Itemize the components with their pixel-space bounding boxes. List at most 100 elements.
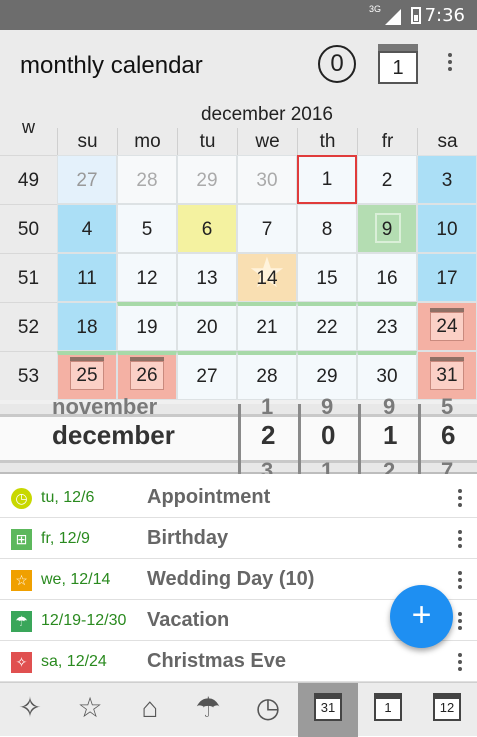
- picker-digit-column[interactable]: 9 0 1: [298, 394, 358, 483]
- day-cell-vacation[interactable]: 23: [357, 302, 417, 351]
- picker-month[interactable]: december: [52, 420, 175, 451]
- day-cell-vacation[interactable]: 22: [297, 302, 357, 351]
- page-title: monthly calendar: [20, 52, 203, 79]
- day-cell-holiday[interactable]: 26: [117, 351, 177, 400]
- today-button[interactable]: 1: [378, 44, 418, 84]
- day-cell-vacation[interactable]: 21: [237, 302, 297, 351]
- item-menu-icon[interactable]: [458, 612, 464, 633]
- weekday-header: sa: [417, 128, 477, 155]
- event-count-button[interactable]: 0: [318, 45, 356, 83]
- star-icon: ☆: [11, 570, 32, 591]
- status-time: 7:36: [424, 5, 465, 26]
- day-cell[interactable]: 29: [177, 155, 237, 204]
- day-cell-vacation[interactable]: 28: [237, 351, 297, 400]
- day-cell-vacation[interactable]: 20: [177, 302, 237, 351]
- status-bar: 3G 7:36: [0, 0, 477, 30]
- day-cell[interactable]: 28: [117, 155, 177, 204]
- event-title: Wedding Day (10): [147, 568, 315, 590]
- month-view-button[interactable]: 31: [298, 683, 358, 737]
- bottom-nav: ✧ ☆ ⌂ ☂ ◷ 31 1 12: [0, 682, 477, 737]
- gift-icon: ⊞: [11, 529, 32, 550]
- clock-icon: ◷: [11, 488, 32, 509]
- day-cell[interactable]: 8: [297, 204, 357, 253]
- day-number: 25: [70, 357, 104, 390]
- day-view-button[interactable]: 1: [358, 683, 418, 737]
- day-cell-appointment[interactable]: 6: [177, 204, 237, 253]
- item-menu-icon[interactable]: [458, 653, 464, 674]
- picker-digit-column[interactable]: 5 6 7: [418, 394, 477, 483]
- picker-digit: 0: [321, 420, 336, 450]
- picker-digit: 2: [261, 420, 276, 450]
- day-cell[interactable]: 4: [57, 204, 117, 253]
- day-cell-vacation[interactable]: 30: [357, 351, 417, 400]
- day-cell[interactable]: 2: [357, 155, 417, 204]
- week-number: 52: [0, 302, 57, 351]
- event-date: tu, 12/6: [41, 489, 95, 506]
- month-view-icon: 31: [314, 693, 342, 721]
- day-cell[interactable]: 27: [57, 155, 117, 204]
- day-cell[interactable]: 30: [237, 155, 297, 204]
- event-date: we, 12/14: [41, 571, 111, 588]
- day-number: 9: [381, 219, 393, 240]
- item-menu-icon[interactable]: [458, 571, 464, 592]
- day-cell-today[interactable]: 1: [297, 155, 357, 204]
- week-number: 50: [0, 204, 57, 253]
- event-title: Birthday: [147, 527, 229, 549]
- weekday-header: fr: [357, 128, 417, 155]
- day-cell[interactable]: 18: [57, 302, 117, 351]
- day-cell-holiday[interactable]: 24: [417, 302, 477, 351]
- day-number: 26: [130, 357, 164, 390]
- year-view-icon: 12: [433, 693, 461, 721]
- list-item[interactable]: ⊞ fr, 12/9 Birthday: [0, 518, 477, 559]
- day-number: 14: [256, 268, 278, 289]
- day-cell[interactable]: 15: [297, 253, 357, 302]
- event-list: ◷ tu, 12/6 Appointment ⊞ fr, 12/9 Birthd…: [0, 474, 477, 682]
- umbrella-icon[interactable]: ☂: [178, 683, 238, 737]
- day-cell[interactable]: 5: [117, 204, 177, 253]
- day-cell[interactable]: 3: [417, 155, 477, 204]
- month-title: december 2016: [200, 104, 334, 125]
- date-picker[interactable]: november december 1 2 3 9 0 1 9 1 2 5 6 …: [0, 394, 477, 483]
- event-date: sa, 12/24: [41, 653, 107, 670]
- day-cell-vacation[interactable]: 27: [177, 351, 237, 400]
- day-cell[interactable]: 12: [117, 253, 177, 302]
- day-cell-holiday[interactable]: 31: [417, 351, 477, 400]
- day-cell-vacation[interactable]: 29: [297, 351, 357, 400]
- week-number: 49: [0, 155, 57, 204]
- year-view-button[interactable]: 12: [417, 683, 477, 737]
- day-number: 31: [430, 357, 464, 390]
- day-cell-holiday[interactable]: 25: [57, 351, 117, 400]
- star-icon[interactable]: ☆: [60, 683, 120, 737]
- add-event-button[interactable]: +: [390, 585, 453, 648]
- umbrella-icon: ☂: [11, 611, 32, 632]
- list-item[interactable]: ◷ tu, 12/6 Appointment: [0, 477, 477, 518]
- weekday-header: mo: [117, 128, 177, 155]
- day-cell[interactable]: 7: [237, 204, 297, 253]
- day-cell[interactable]: 11: [57, 253, 117, 302]
- day-cell-birthday[interactable]: 9: [357, 204, 417, 253]
- gift-icon[interactable]: ⌂: [120, 683, 180, 737]
- day-cell-wedding[interactable]: ★ 14: [237, 249, 297, 302]
- overflow-menu-icon[interactable]: [440, 50, 460, 80]
- day-cell[interactable]: 16: [357, 253, 417, 302]
- weekday-header: tu: [177, 128, 237, 155]
- app-bar: monthly calendar 0 1: [0, 30, 477, 100]
- week-column-header: w: [0, 100, 57, 155]
- picker-digit-column[interactable]: 1 2 3: [238, 394, 298, 483]
- list-item[interactable]: ✧ sa, 12/24 Christmas Eve: [0, 641, 477, 682]
- item-menu-icon[interactable]: [458, 530, 464, 551]
- day-cell[interactable]: 13: [177, 253, 237, 302]
- day-cell[interactable]: 17: [417, 253, 477, 302]
- party-icon[interactable]: ✧: [0, 683, 60, 737]
- today-day-label: 1: [378, 51, 418, 84]
- item-menu-icon[interactable]: [458, 489, 464, 510]
- event-title: Christmas Eve: [147, 650, 286, 672]
- picker-prev-digit: 1: [261, 394, 274, 419]
- network-type: 3G: [368, 4, 381, 14]
- day-cell-vacation[interactable]: 19: [117, 302, 177, 351]
- weekday-header: th: [297, 128, 357, 155]
- picker-digit-column[interactable]: 9 1 2: [358, 394, 418, 483]
- clock-icon[interactable]: ◷: [238, 683, 298, 737]
- picker-prev-digit: 9: [321, 394, 334, 419]
- day-cell[interactable]: 10: [417, 204, 477, 253]
